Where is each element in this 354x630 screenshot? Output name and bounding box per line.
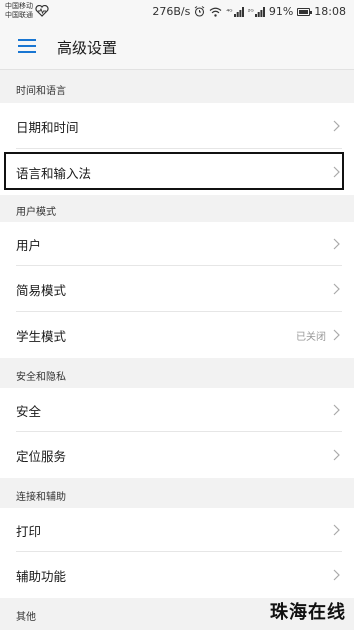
status-indicators: 276B/s ⁴ᴳ ²ᴳ 91% 18:08 <box>152 5 346 18</box>
carrier-1: 中国移动 <box>5 2 33 10</box>
section-label: 其他 <box>16 612 36 623</box>
chevron-right-icon <box>333 524 340 536</box>
row-user[interactable]: 用户 <box>0 222 354 266</box>
row-security[interactable]: 安全 <box>0 388 354 432</box>
chevron-right-icon <box>333 329 340 341</box>
signal-icon <box>233 6 244 17</box>
menu-icon[interactable] <box>18 39 36 53</box>
section-user-mode: 用户模式 <box>0 195 354 225</box>
row-location[interactable]: 定位服务 <box>0 432 354 478</box>
row-accessibility[interactable]: 辅助功能 <box>0 552 354 598</box>
clock: 18:08 <box>314 5 346 18</box>
row-label: 用户 <box>16 238 42 253</box>
row-student-mode[interactable]: 学生模式 已关闭 <box>0 312 354 358</box>
app-bar: 高级设置 <box>0 24 354 70</box>
alarm-icon <box>195 6 205 17</box>
row-label: 简易模式 <box>16 283 67 298</box>
row-value: 已关闭 <box>296 332 326 343</box>
signal-label-1: ⁴ᴳ <box>226 7 233 16</box>
row-date-time[interactable]: 日期和时间 <box>0 103 354 149</box>
carrier-info: 中国移动 中国联通 <box>5 2 33 20</box>
wifi-icon <box>209 7 222 17</box>
section-time-language: 时间和语言 <box>0 73 354 103</box>
section-label: 用户模式 <box>16 207 56 218</box>
battery-percent: 91% <box>268 5 294 18</box>
section-label: 安全和隐私 <box>16 372 66 383</box>
row-label: 安全 <box>16 404 42 419</box>
signal-label-2: ²ᴳ <box>247 7 254 16</box>
section-security-privacy: 安全和隐私 <box>0 358 354 388</box>
section-label: 连接和辅助 <box>16 492 66 503</box>
row-label: 学生模式 <box>16 329 67 344</box>
row-label: 定位服务 <box>16 449 67 464</box>
row-print[interactable]: 打印 <box>0 508 354 552</box>
row-simple-mode[interactable]: 简易模式 <box>0 266 354 312</box>
highlight-box <box>4 152 344 190</box>
battery-icon <box>297 7 313 16</box>
row-label: 辅助功能 <box>16 569 67 584</box>
status-bar: 中国移动 中国联通 276B/s ⁴ᴳ ²ᴳ 91% 18:08 <box>0 0 354 24</box>
section-connect-assist: 连接和辅助 <box>0 478 354 508</box>
page-title: 高级设置 <box>57 39 118 57</box>
chevron-right-icon <box>333 238 340 250</box>
row-label: 日期和时间 <box>16 120 79 135</box>
network-speed: 276B/s <box>152 5 191 18</box>
chevron-right-icon <box>333 283 340 295</box>
row-label: 打印 <box>16 524 42 539</box>
chevron-right-icon <box>333 449 340 461</box>
signal-icon-2 <box>254 6 265 17</box>
chevron-right-icon <box>333 404 340 416</box>
section-label: 时间和语言 <box>16 86 66 97</box>
chevron-right-icon <box>333 120 340 132</box>
heart-icon <box>35 5 49 17</box>
chevron-right-icon <box>333 569 340 581</box>
carrier-2: 中国联通 <box>5 11 33 19</box>
watermark-text: 珠海在线 <box>270 602 346 623</box>
